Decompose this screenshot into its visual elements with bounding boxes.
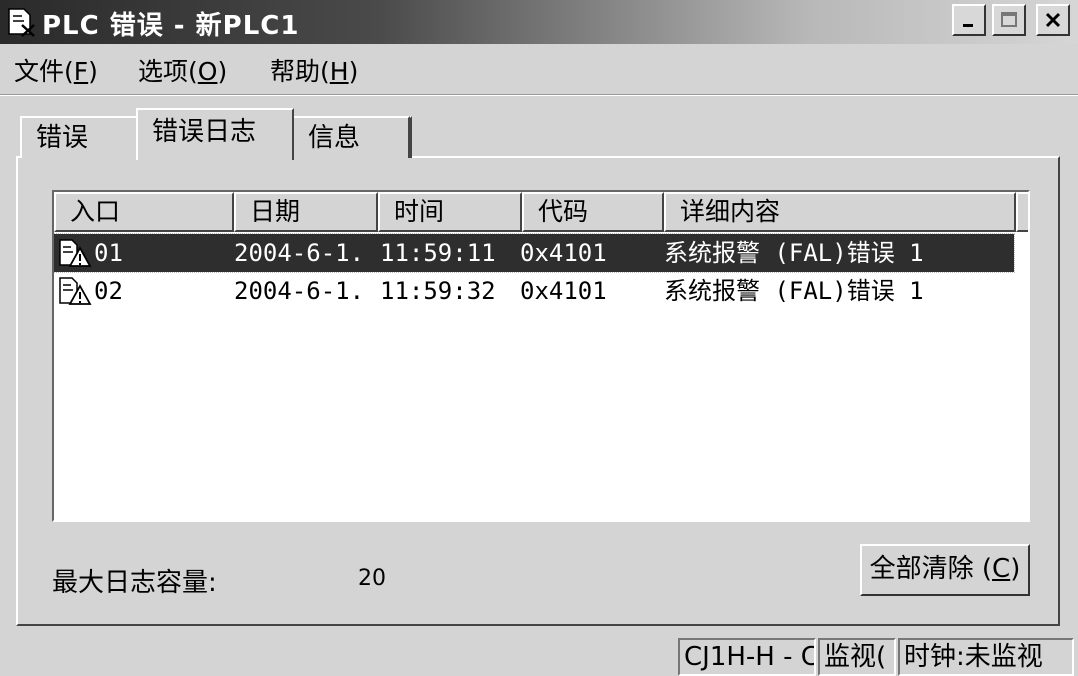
warning-document-icon [59,277,92,305]
clear-all-button-tail: ) [1010,554,1021,584]
minimize-button[interactable] [952,4,986,36]
column-header-time-label: 时间 [394,197,445,226]
cell-date: 2004-6-1. [234,239,365,267]
tab-error-log-label: 错误日志 [152,117,257,147]
clear-all-button-label: 全部清除 ( [869,554,993,584]
tab-error-log[interactable]: 错误日志 [136,108,294,160]
menu-help[interactable]: 帮助(H) [270,52,358,88]
cell-code: 0x4101 [520,277,607,305]
column-header-time[interactable]: 时间 [378,192,522,232]
menu-bar: 文件(F) 选项(O) 帮助(H) [0,44,1078,94]
menu-options-accel: O [197,57,218,86]
title-bar[interactable]: PLC 错误 - 新PLC1 [0,0,1078,44]
column-header-entry-label: 入口 [70,197,121,226]
tab-errors[interactable]: 错误 [20,116,138,158]
table-row[interactable]: 01 2004-6-1. 11:59:11 0x4101 系统报警 (FAL)错… [54,233,1015,273]
status-monitor: 监视( [818,638,896,676]
menu-help-accel: H [329,57,349,86]
table-row[interactable]: 02 2004-6-1. 11:59:32 0x4101 系统报警 (FAL)错… [54,272,1014,310]
menu-file-label: 文件( [14,57,74,86]
cell-entry: 02 [94,277,123,305]
menu-help-tail: ) [348,57,359,86]
clear-all-button[interactable]: 全部清除 (C) [860,544,1030,596]
status-plc-model: CJ1H-H - C [678,638,816,676]
status-bar: CJ1H-H - C 监视( 时钟:未监视 [0,634,1078,676]
tab-info-label: 信息 [308,123,361,153]
column-header-code-label: 代码 [538,197,589,226]
error-log-list[interactable]: 入口 日期 时间 代码 详细内容 01 2004-6-1. 11:59:11 0… [52,190,1030,522]
max-log-label: 最大日志容量: [52,568,217,598]
menu-file-accel: F [73,57,89,86]
clear-all-button-accel: C [992,554,1011,584]
warning-document-icon [59,239,92,267]
cell-detail: 系统报警 (FAL)错误 1 [664,239,924,267]
column-header-date-label: 日期 [250,197,301,226]
column-header-filler [1016,192,1028,232]
column-header-detail[interactable]: 详细内容 [664,192,1016,232]
menu-options-tail: ) [217,57,228,86]
max-log-value: 20 [358,566,386,591]
menu-help-label: 帮助( [270,57,330,86]
minimize-icon [963,24,973,27]
cell-date: 2004-6-1. [234,277,365,305]
status-clock: 时钟:未监视 [898,638,1074,676]
menu-file[interactable]: 文件(F) [14,52,98,88]
cell-detail: 系统报警 (FAL)错误 1 [664,277,924,305]
menu-options[interactable]: 选项(O) [138,52,227,88]
close-button[interactable] [1036,4,1070,36]
cell-time: 11:59:11 [380,239,496,267]
column-header-date[interactable]: 日期 [234,192,378,232]
maximize-icon [1001,12,1017,27]
cell-entry: 01 [94,239,123,267]
close-icon [1045,12,1061,28]
column-header-detail-label: 详细内容 [680,197,781,226]
tab-info[interactable]: 信息 [292,116,410,158]
list-header: 入口 日期 时间 代码 详细内容 [54,192,1028,232]
column-header-code[interactable]: 代码 [522,192,664,232]
cell-code: 0x4101 [520,239,607,267]
tab-errors-label: 错误 [36,123,89,153]
menu-options-label: 选项( [138,57,198,86]
menu-file-tail: ) [88,57,98,86]
cell-time: 11:59:32 [380,277,496,305]
menu-separator [0,94,1078,96]
plc-error-icon [8,8,35,37]
window-title: PLC 错误 - 新PLC1 [42,11,300,41]
maximize-button[interactable] [992,4,1026,36]
column-header-entry[interactable]: 入口 [54,192,234,232]
